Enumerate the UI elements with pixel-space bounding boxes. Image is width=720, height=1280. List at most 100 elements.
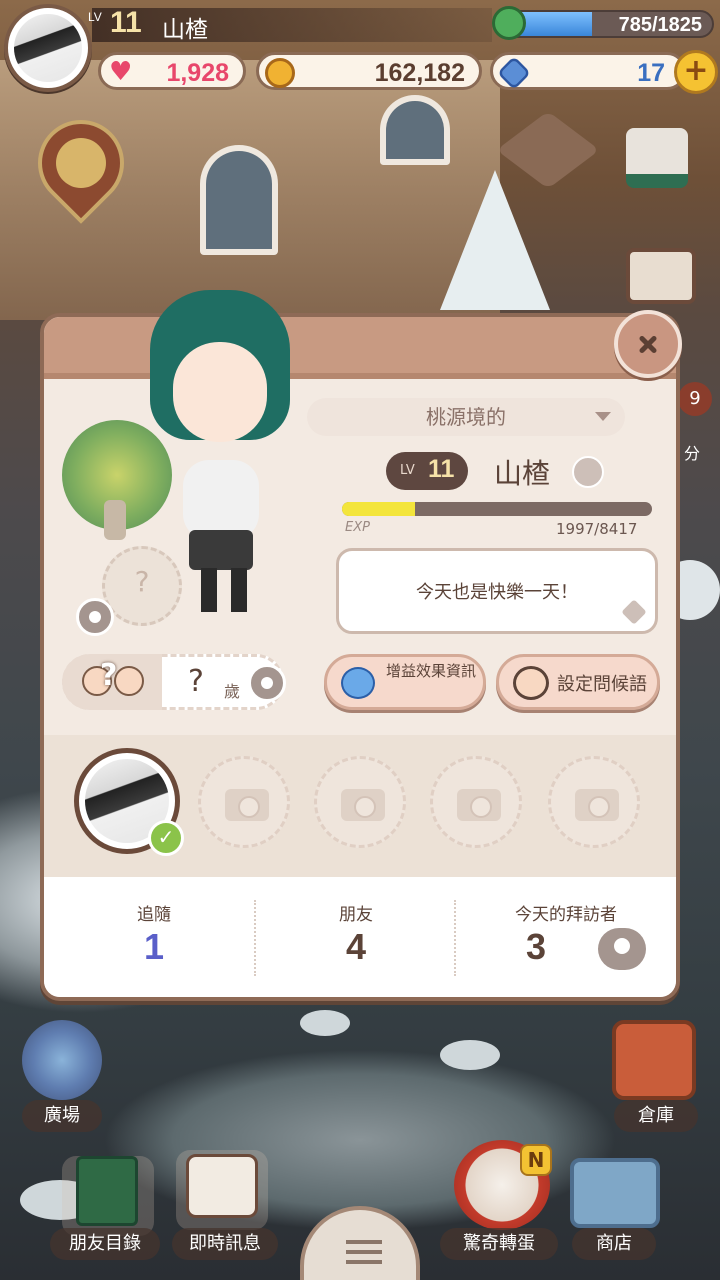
notepad-icon[interactable] <box>626 248 696 304</box>
close-button[interactable] <box>614 310 682 378</box>
gear-icon[interactable] <box>248 664 286 702</box>
check-icon: ✓ <box>148 820 184 856</box>
chevron-down-icon <box>595 412 611 421</box>
hearts-value: 1,928 <box>166 59 229 87</box>
hearts-counter[interactable]: ♥ 1,928 <box>98 52 246 90</box>
friends-label: 朋友 <box>339 905 373 925</box>
girl-face-icon <box>114 666 144 696</box>
character-sweater <box>183 460 259 540</box>
snow-rock <box>440 1040 500 1070</box>
age-unit: 歲 <box>224 682 241 701</box>
add-photo-slot[interactable] <box>198 756 290 848</box>
energy-text: 785/1825 <box>618 14 702 36</box>
top-hud: LV 11 山楂 785/1825 ♥ 1,928 162,182 17 + <box>0 0 720 100</box>
set-greeting-button[interactable]: 設定問候語 <box>496 654 660 710</box>
camera-icon <box>225 789 269 821</box>
nav-friends-list[interactable]: 朋友目錄 <box>50 1228 160 1260</box>
visitors-label: 今天的拜訪者 <box>515 905 617 925</box>
nav-messages[interactable]: 即時訊息 <box>172 1228 278 1260</box>
panel-header <box>44 317 676 379</box>
greeting-bubble: 今天也是快樂一天！ <box>336 548 658 634</box>
id-card-icon <box>186 1154 258 1218</box>
snowy-pine-tree <box>440 170 550 310</box>
edit-name-pencil-icon[interactable] <box>572 456 604 488</box>
hud-level: 11 <box>110 6 142 39</box>
character-leg <box>231 568 247 612</box>
gems-counter[interactable]: 17 <box>490 52 686 90</box>
buff-info-label: 增益效果資訊 <box>385 662 476 680</box>
add-gems-button[interactable]: + <box>674 50 718 94</box>
nav-warehouse[interactable]: 倉庫 <box>614 1100 698 1132</box>
buff-people-icon <box>341 667 375 699</box>
new-badge: N <box>520 1144 552 1176</box>
gear-icon[interactable] <box>76 598 114 636</box>
visitors-expand-button[interactable] <box>598 928 646 970</box>
following-value[interactable]: 1 <box>64 926 244 968</box>
visitors-value[interactable]: 3 <box>486 926 586 968</box>
messages-icon[interactable] <box>176 1150 268 1230</box>
plaza-flower-icon[interactable] <box>22 1020 102 1100</box>
friends-value[interactable]: 4 <box>266 926 446 968</box>
gender-unknown-mark: ? <box>100 658 118 693</box>
tree-trunk <box>104 500 126 540</box>
nav-gacha[interactable]: 驚奇轉蛋 <box>440 1228 558 1260</box>
nav-shop[interactable]: 商店 <box>572 1228 656 1260</box>
player-photo <box>14 14 82 82</box>
chevron-down-icon <box>614 938 630 954</box>
greeting-text: 今天也是快樂一天！ <box>416 582 578 603</box>
hud-player-name: 山楂 <box>162 17 208 43</box>
stats-divider <box>254 900 256 976</box>
coin-icon <box>265 58 295 88</box>
hud-level-prefix: LV <box>88 10 102 24</box>
build-block-icon[interactable] <box>626 128 688 188</box>
set-greeting-label: 設定問候語 <box>557 674 647 695</box>
green-book-icon <box>76 1156 138 1226</box>
waving-face-icon <box>513 666 549 700</box>
warehouse-icon[interactable] <box>612 1020 696 1100</box>
energy-leaf-icon <box>492 6 526 40</box>
age-value: ? <box>188 664 204 699</box>
buff-info-button[interactable]: 增益效果資訊 <box>324 654 486 710</box>
nav-plaza[interactable]: 廣場 <box>22 1100 102 1132</box>
shop-stall-icon[interactable] <box>570 1158 660 1228</box>
edit-greeting-pencil-icon[interactable] <box>621 599 647 625</box>
camera-icon <box>457 789 501 821</box>
friends-book-icon[interactable] <box>62 1156 154 1236</box>
heart-icon: ♥ <box>109 57 133 87</box>
title-dropdown-value: 桃源境的 <box>426 405 506 429</box>
coins-counter[interactable]: 162,182 <box>256 52 482 90</box>
exp-bar <box>342 502 652 516</box>
exp-bar-fill <box>342 502 416 516</box>
player-avatar[interactable] <box>4 4 92 92</box>
exp-label: EXP <box>345 520 370 535</box>
profile-level: 11 <box>428 455 455 483</box>
player-character <box>145 290 295 620</box>
house-window <box>200 145 278 255</box>
character-face <box>173 342 267 442</box>
gem-icon <box>497 56 531 90</box>
following-label: 追隨 <box>137 905 171 925</box>
profile-level-pill: LV 11 <box>386 452 468 490</box>
side-badge: 9 <box>678 382 712 416</box>
gems-value: 17 <box>637 59 665 87</box>
chevron-up-icon <box>56 138 106 188</box>
add-photo-slot[interactable] <box>314 756 406 848</box>
coins-value: 162,182 <box>374 59 465 87</box>
profile-level-prefix: LV <box>400 463 415 478</box>
profile-name: 山楂 <box>494 457 551 490</box>
house-window <box>380 95 450 165</box>
title-dropdown[interactable]: 桃源境的 <box>307 398 625 436</box>
energy-bar: 785/1825 <box>500 10 714 38</box>
camera-icon <box>575 789 619 821</box>
hud-name-bar <box>92 8 492 42</box>
camera-icon <box>341 789 385 821</box>
menu-icon <box>346 1240 382 1244</box>
stats-divider <box>454 900 456 976</box>
snow-rock <box>300 1010 350 1036</box>
character-skirt <box>189 530 253 570</box>
gender-icon[interactable]: ? <box>62 654 162 710</box>
character-leg <box>201 568 217 612</box>
side-label: 分 <box>684 444 701 463</box>
add-photo-slot[interactable] <box>430 756 522 848</box>
add-photo-slot[interactable] <box>548 756 640 848</box>
